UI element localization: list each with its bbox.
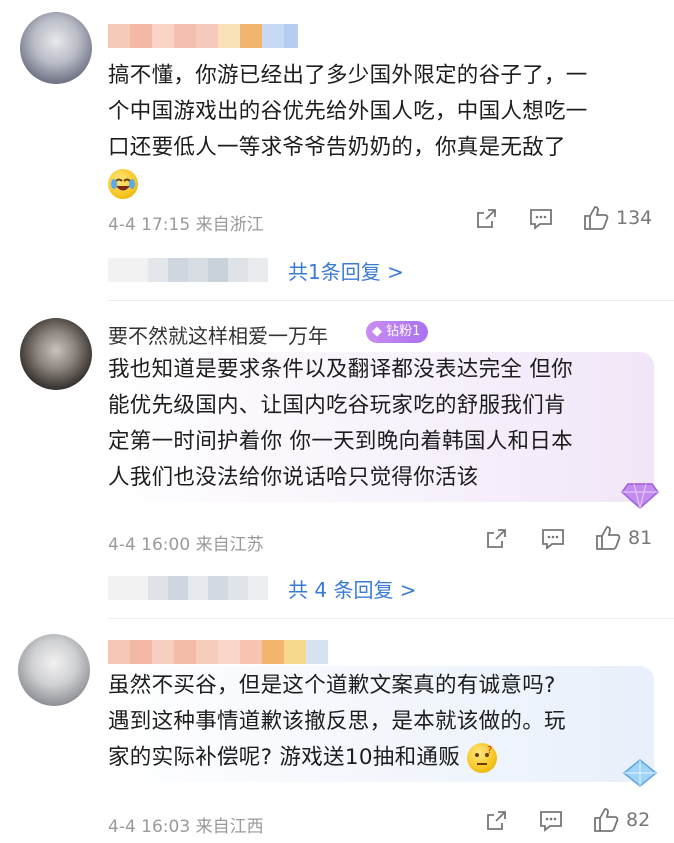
comment-text: 搞不懂，你游已经出了多少国外限定的谷子了，一 个中国游戏出的谷优先给外国人吃，中…: [108, 58, 648, 202]
timestamp-location: 4-4 17:15 来自浙江: [108, 215, 264, 235]
username[interactable]: 要不然就这样相爱一万年: [108, 320, 328, 349]
thinking-emoji: ?: [467, 743, 498, 773]
share-icon: [487, 811, 506, 830]
avatar[interactable]: [20, 318, 92, 390]
comment-icon: [540, 811, 562, 832]
share-icon: [477, 209, 496, 228]
comment-icon: [542, 529, 564, 550]
comment-button[interactable]: [538, 809, 564, 833]
reply-preview-blurred[interactable]: [108, 576, 278, 600]
comment-icon: [530, 209, 552, 230]
thumbs-up-icon: [584, 206, 609, 230]
laugh-cry-emoji: [108, 169, 138, 199]
view-replies-link[interactable]: 共1条回复 >: [288, 256, 404, 285]
comment-3: 虽然不买谷，但是这个道歉文案真的有诚意吗? 遇到这种事情道歉该撤反思，是本就该做…: [0, 618, 674, 843]
view-replies-link[interactable]: 共 4 条回复 >: [288, 574, 417, 603]
like-button[interactable]: 82: [592, 807, 650, 833]
comment-1: 搞不懂，你游已经出了多少国外限定的谷子了，一 个中国游戏出的谷优先给外国人吃，中…: [0, 0, 674, 300]
comment-2: 要不然就这样相爱一万年 ◆ 钻粉1 我也知道是要求条件以及翻译都没表达完全 但你…: [0, 300, 674, 618]
fan-badge: ◆ 钻粉1: [366, 321, 429, 343]
diamond-decoration-icon: [620, 478, 660, 514]
like-count: 82: [626, 809, 651, 831]
timestamp-location: 4-4 16:00 来自江苏: [108, 535, 264, 555]
comment-button[interactable]: [528, 207, 554, 231]
avatar[interactable]: [20, 12, 92, 84]
comment-text: 我也知道是要求条件以及翻译都没表达完全 但你 能优先级国内、让国内吃谷玩家吃的舒…: [108, 357, 573, 490]
timestamp-location: 4-4 16:03 来自江西: [108, 817, 264, 837]
share-button[interactable]: [474, 207, 498, 231]
reply-preview-blurred[interactable]: [108, 258, 278, 282]
share-button[interactable]: [484, 809, 508, 833]
comment-text: 虽然不买谷，但是这个道歉文案真的有诚意吗? 遇到这种事情道歉该撤反思，是本就该做…: [108, 668, 648, 776]
diamond-decoration-icon: [622, 758, 658, 792]
like-button[interactable]: 81: [594, 525, 652, 551]
diamond-icon: ◆: [372, 324, 382, 339]
username-blurred[interactable]: [108, 24, 298, 48]
share-button[interactable]: [484, 527, 508, 551]
svg-text:?: ?: [487, 745, 493, 756]
thumbs-up-icon: [594, 808, 619, 832]
username-blurred[interactable]: [108, 640, 328, 664]
like-button[interactable]: 134: [582, 205, 652, 231]
comment-button[interactable]: [540, 527, 566, 551]
share-icon: [487, 529, 506, 548]
like-count: 134: [616, 207, 653, 229]
thumbs-up-icon: [596, 526, 621, 550]
avatar[interactable]: [18, 634, 90, 706]
like-count: 81: [628, 527, 653, 549]
